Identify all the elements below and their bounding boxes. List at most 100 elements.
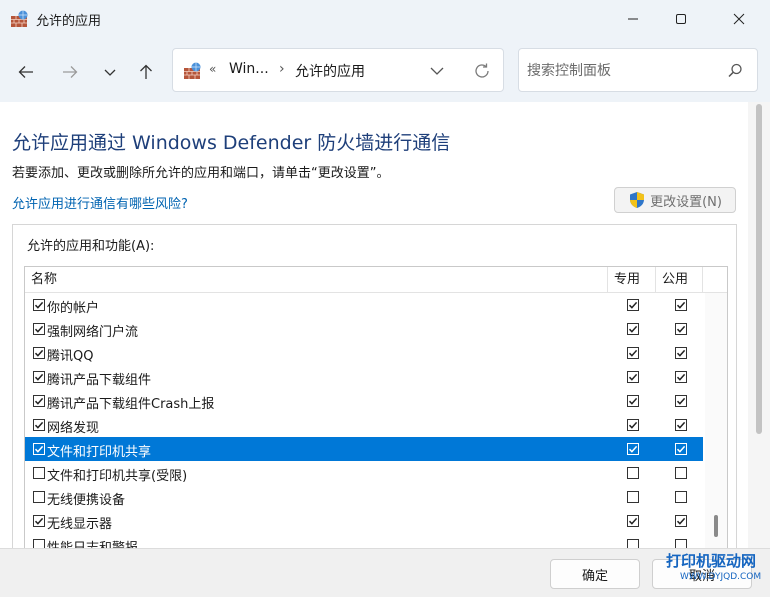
list-item[interactable]: 文件和打印机共享	[25, 437, 703, 461]
app-enabled-checkbox[interactable]	[33, 371, 45, 383]
up-button[interactable]	[132, 58, 160, 86]
public-network-checkbox[interactable]	[675, 467, 687, 479]
minimize-button[interactable]	[610, 0, 656, 38]
list-item[interactable]: 强制网络门户流	[25, 317, 703, 341]
app-enabled-checkbox[interactable]	[33, 491, 45, 503]
private-network-checkbox[interactable]	[627, 347, 639, 359]
search-input[interactable]	[527, 60, 717, 82]
back-button[interactable]	[12, 58, 40, 86]
arrow-right-icon	[63, 66, 78, 78]
maximize-button[interactable]	[658, 0, 704, 38]
list-item[interactable]: 无线便携设备	[25, 485, 703, 509]
arrow-up-icon	[140, 64, 152, 79]
arrow-left-icon	[18, 66, 33, 78]
list-item[interactable]: 无线显示器	[25, 509, 703, 533]
app-enabled-checkbox[interactable]	[33, 467, 45, 479]
private-network-checkbox[interactable]	[627, 371, 639, 383]
app-name: 文件和打印机共享(受限)	[47, 469, 188, 484]
private-network-checkbox[interactable]	[627, 323, 639, 335]
public-network-checkbox[interactable]	[675, 323, 687, 335]
private-network-checkbox[interactable]	[627, 467, 639, 479]
app-enabled-checkbox[interactable]	[33, 515, 45, 527]
search-box[interactable]	[518, 48, 758, 92]
private-network-checkbox[interactable]	[627, 515, 639, 527]
dialog-footer: 确定 取消	[0, 548, 770, 597]
column-header-name[interactable]: 名称	[25, 267, 607, 293]
breadcrumb-overflow-icon[interactable]: «	[209, 62, 216, 76]
list-item[interactable]: 你的帐户	[25, 293, 703, 317]
public-network-checkbox[interactable]	[675, 419, 687, 431]
address-bar[interactable]: « Win... › 允许的应用	[172, 48, 504, 92]
app-name: 无线显示器	[47, 517, 113, 532]
app-name: 无线便携设备	[47, 493, 126, 508]
firewall-icon	[184, 62, 201, 79]
list-header: 名称 专用 公用	[25, 267, 727, 293]
app-name: 强制网络门户流	[47, 325, 139, 340]
list-rows: 你的帐户强制网络门户流 腾讯QQ 腾讯产品下载组件腾讯产品下载组件Crash上报 网络…	[25, 293, 703, 556]
public-network-checkbox[interactable]	[675, 371, 687, 383]
app-name: 腾讯QQ	[47, 349, 94, 364]
list-item[interactable]: 文件和打印机共享(受限)	[25, 461, 703, 485]
app-name: 腾讯产品下载组件	[47, 373, 152, 388]
risks-link[interactable]: 允许应用进行通信有哪些风险?	[12, 193, 188, 212]
app-name: 网络发现	[47, 421, 100, 436]
list-scrollbar[interactable]	[705, 293, 727, 556]
page-scrollbar[interactable]	[748, 102, 770, 548]
column-header-private[interactable]: 专用	[607, 267, 655, 293]
list-item[interactable]: 网络发现	[25, 413, 703, 437]
app-name: 腾讯产品下载组件Crash上报	[47, 397, 215, 412]
window-title: 允许的应用	[36, 14, 102, 29]
public-network-checkbox[interactable]	[675, 443, 687, 455]
content-area: 允许应用通过 Windows Defender 防火墙进行通信 若要添加、更改或…	[0, 102, 770, 556]
app-name: 你的帐户	[47, 301, 100, 316]
refresh-icon[interactable]	[471, 60, 493, 82]
app-enabled-checkbox[interactable]	[33, 347, 45, 359]
private-network-checkbox[interactable]	[627, 419, 639, 431]
change-settings-label: 更改设置(N)	[650, 194, 722, 210]
breadcrumb-separator-icon: ›	[279, 61, 285, 77]
public-network-checkbox[interactable]	[675, 347, 687, 359]
app-enabled-checkbox[interactable]	[33, 419, 45, 431]
page-scrollbar-thumb[interactable]	[756, 104, 762, 434]
minimize-icon	[628, 18, 638, 20]
close-icon	[733, 13, 745, 25]
page-title: 允许应用通过 Windows Defender 防火墙进行通信	[12, 132, 451, 154]
close-button[interactable]	[716, 0, 762, 38]
list-item[interactable]: 腾讯产品下载组件	[25, 365, 703, 389]
private-network-checkbox[interactable]	[627, 395, 639, 407]
app-enabled-checkbox[interactable]	[33, 299, 45, 311]
search-icon[interactable]	[725, 61, 745, 81]
firewall-icon	[11, 10, 28, 27]
public-network-checkbox[interactable]	[675, 395, 687, 407]
chevron-down-icon[interactable]	[427, 61, 447, 81]
private-network-checkbox[interactable]	[627, 443, 639, 455]
breadcrumb-item-allowed-apps[interactable]: 允许的应用	[295, 61, 365, 81]
allowed-apps-list[interactable]: 名称 专用 公用 你的帐户强制网络门户流 腾讯QQ 腾讯产品下载组件腾讯产品下载组件…	[24, 266, 728, 556]
maximize-icon	[676, 14, 686, 24]
public-network-checkbox[interactable]	[675, 491, 687, 503]
recent-locations-button[interactable]	[96, 58, 124, 86]
change-settings-button[interactable]: 更改设置(N)	[614, 187, 736, 213]
uac-shield-icon	[630, 192, 645, 208]
forward-button[interactable]	[56, 58, 84, 86]
chevron-down-icon	[104, 69, 116, 76]
title-bar: 允许的应用	[0, 0, 770, 38]
private-network-checkbox[interactable]	[627, 299, 639, 311]
ok-button[interactable]: 确定	[550, 559, 640, 589]
breadcrumb-item-windows[interactable]: Win...	[229, 61, 269, 77]
cancel-button[interactable]: 取消	[652, 559, 752, 589]
list-item[interactable]: 腾讯产品下载组件Crash上报	[25, 389, 703, 413]
app-enabled-checkbox[interactable]	[33, 443, 45, 455]
public-network-checkbox[interactable]	[675, 515, 687, 527]
public-network-checkbox[interactable]	[675, 299, 687, 311]
list-item[interactable]: 腾讯QQ	[25, 341, 703, 365]
app-enabled-checkbox[interactable]	[33, 323, 45, 335]
app-name: 文件和打印机共享	[47, 445, 152, 460]
page-description: 若要添加、更改或删除所允许的应用和端口，请单击“更改设置”。	[12, 166, 390, 181]
navigation-bar: « Win... › 允许的应用	[0, 38, 770, 102]
private-network-checkbox[interactable]	[627, 491, 639, 503]
column-header-public[interactable]: 公用	[655, 267, 703, 293]
allowed-apps-label: 允许的应用和功能(A):	[27, 239, 155, 254]
app-enabled-checkbox[interactable]	[33, 395, 45, 407]
list-scrollbar-thumb[interactable]	[714, 515, 718, 537]
